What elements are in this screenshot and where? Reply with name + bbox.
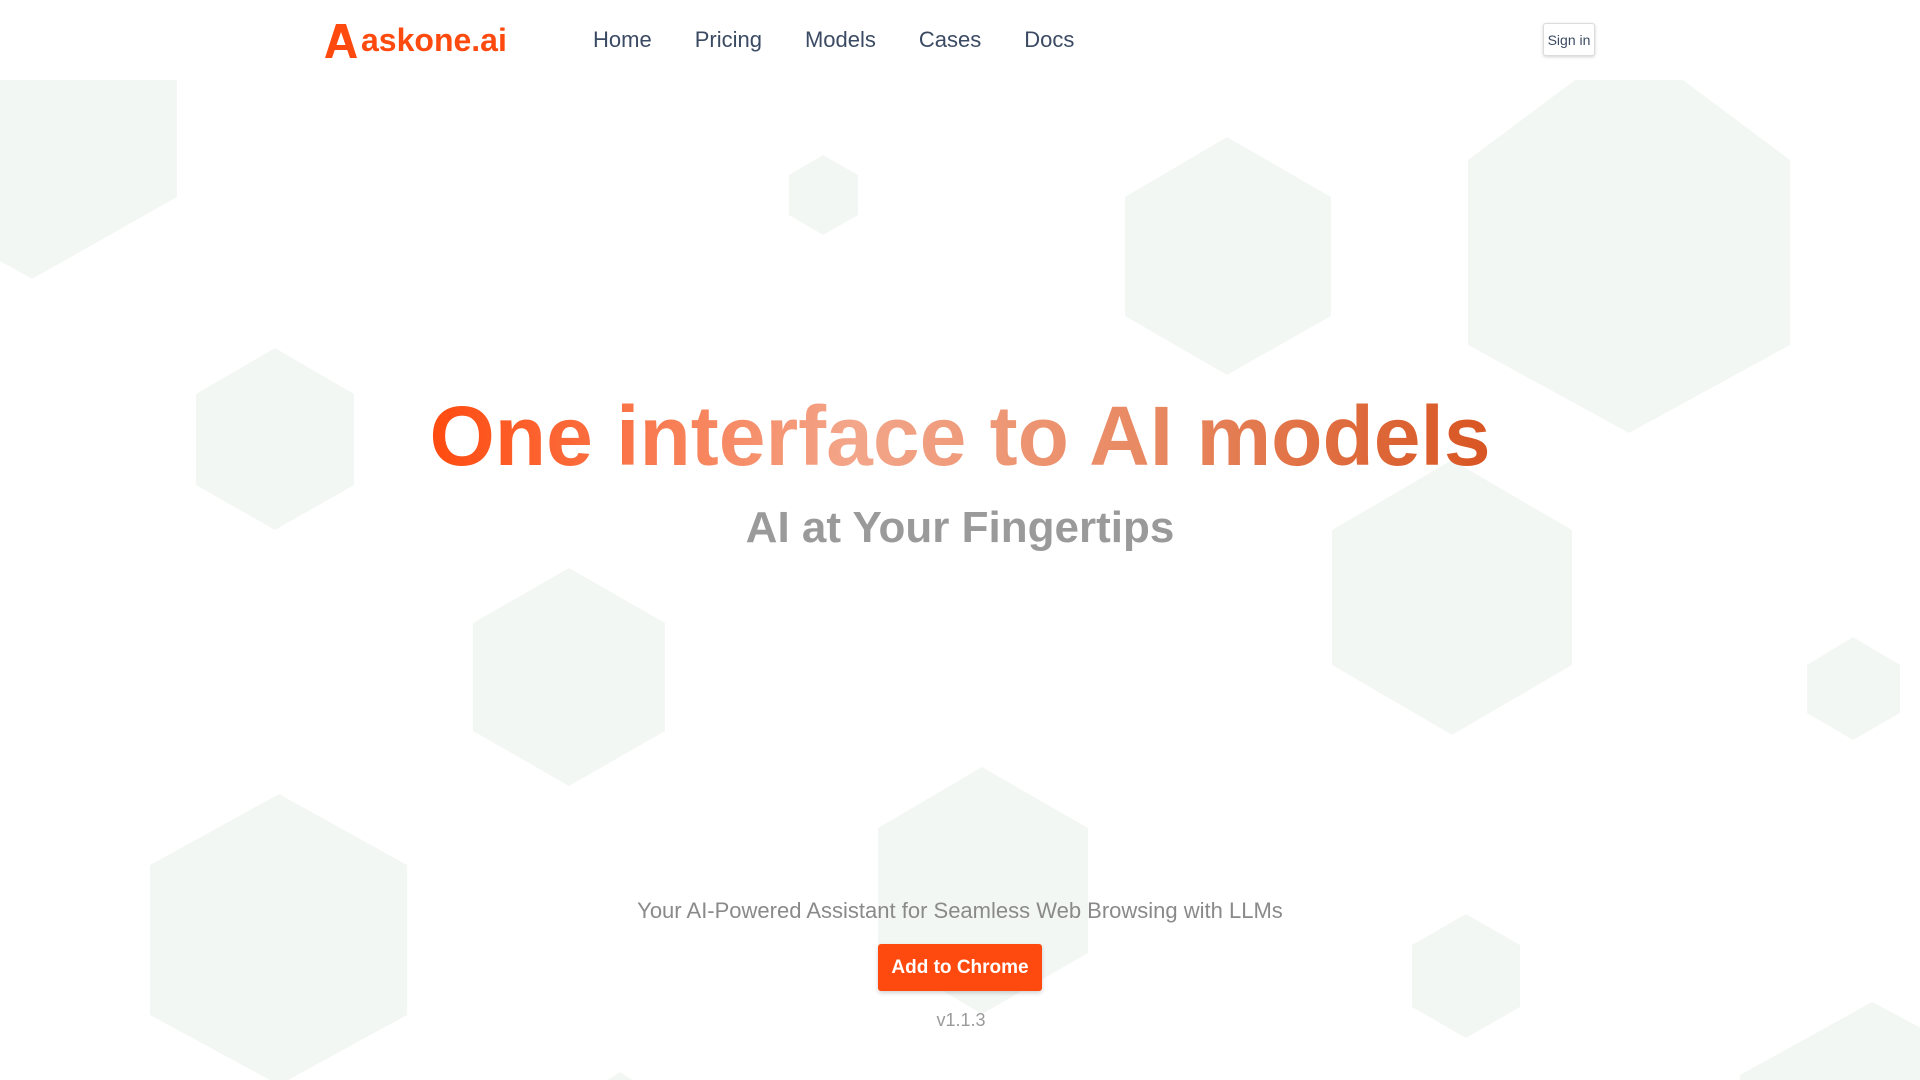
background-hexagon bbox=[0, 80, 177, 279]
add-to-chrome-button[interactable]: Add to Chrome bbox=[878, 944, 1042, 991]
nav-home-link[interactable]: Home bbox=[593, 26, 652, 54]
site-header: askone.ai Home Pricing Models Cases Docs… bbox=[0, 0, 1920, 80]
main-nav: Home Pricing Models Cases Docs bbox=[593, 26, 1117, 54]
background-hexagon bbox=[150, 794, 407, 1080]
background-hexagon bbox=[789, 155, 858, 235]
nav-pricing-link[interactable]: Pricing bbox=[695, 26, 762, 54]
background-hexagon bbox=[1468, 80, 1790, 433]
background-hexagon bbox=[607, 1072, 633, 1080]
hero-title-text: One interface to AI models bbox=[429, 389, 1491, 483]
brand-logo[interactable]: askone.ai bbox=[325, 22, 507, 59]
hero-subtitle: AI at Your Fingertips bbox=[745, 503, 1175, 552]
nav-models-link[interactable]: Models bbox=[805, 26, 876, 54]
landing-page: askone.ai Home Pricing Models Cases Docs… bbox=[0, 0, 1920, 1080]
hero-title: One interface to AI models bbox=[0, 388, 1920, 484]
version-label: v1.1.3 bbox=[936, 1010, 986, 1030]
background-hexagon bbox=[473, 568, 665, 786]
nav-docs-link[interactable]: Docs bbox=[1024, 26, 1074, 54]
background-hexagon bbox=[1807, 637, 1900, 740]
brand-name: askone.ai bbox=[361, 22, 507, 58]
hero-tagline: Your AI-Powered Assistant for Seamless W… bbox=[637, 898, 1283, 923]
askone-a-icon bbox=[325, 23, 357, 58]
sign-in-button[interactable]: Sign in bbox=[1543, 23, 1595, 56]
background-hexagon bbox=[1125, 137, 1331, 375]
nav-cases-link[interactable]: Cases bbox=[919, 26, 981, 54]
background-hexagon-pattern bbox=[0, 80, 1920, 1080]
